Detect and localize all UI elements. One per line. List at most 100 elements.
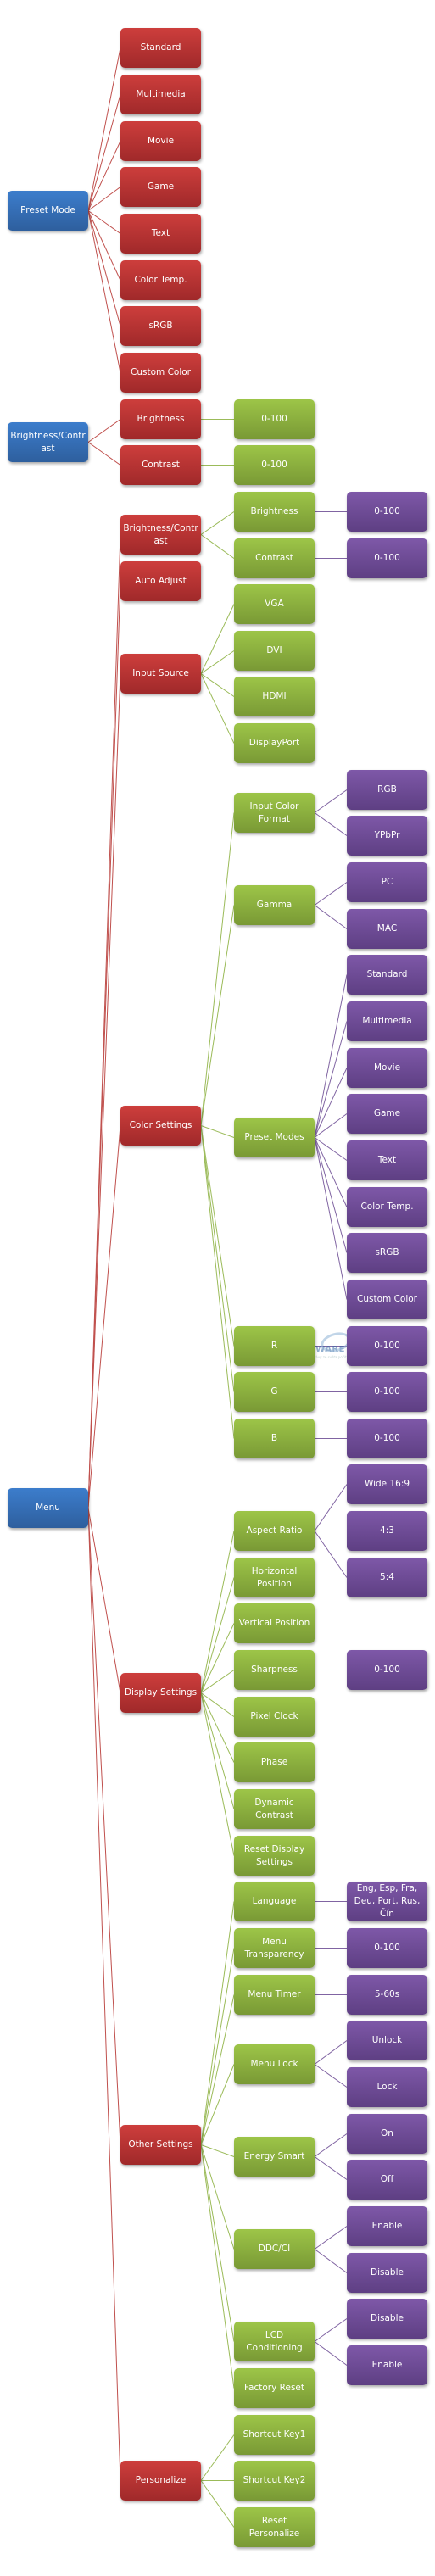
node-dvi[interactable]: DVI (234, 631, 315, 671)
node-srgb[interactable]: sRGB (347, 1233, 427, 1273)
node-contrast[interactable]: Contrast (234, 538, 315, 578)
node-displayport[interactable]: DisplayPort (234, 723, 315, 763)
node-auto-adjust[interactable]: Auto Adjust (120, 561, 201, 601)
node-r[interactable]: R (234, 1326, 315, 1366)
node-label: Input Color Format (249, 800, 299, 824)
node-game[interactable]: Game (120, 167, 201, 207)
node-5-60s[interactable]: 5-60s (347, 1975, 427, 2015)
connector-line (87, 1508, 121, 2481)
node-label: HDMI (262, 691, 287, 701)
node-4-3[interactable]: 4:3 (347, 1511, 427, 1551)
node-label: 0-100 (261, 460, 287, 470)
node-label: Brightness (250, 506, 298, 516)
node-label: Multimedia (136, 89, 186, 99)
node-vertical-position[interactable]: Vertical Position (234, 1603, 315, 1643)
node-0-100[interactable]: 0-100 (347, 538, 427, 578)
node-factory-reset[interactable]: Factory Reset (234, 2368, 315, 2408)
node-0-100[interactable]: 0-100 (347, 1326, 427, 1366)
node-unlock[interactable]: Unlock (347, 2021, 427, 2060)
node-pc[interactable]: PC (347, 862, 427, 902)
node-standard[interactable]: Standard (347, 955, 427, 995)
node-menu-timer[interactable]: Menu Timer (234, 1975, 315, 2015)
node-label: 0-100 (374, 506, 400, 516)
node-label: Enable (371, 2221, 403, 2231)
node-preset-mode[interactable]: Preset Mode (8, 191, 88, 231)
node-text[interactable]: Text (347, 1140, 427, 1180)
node-game[interactable]: Game (347, 1094, 427, 1134)
node-brightness-contrast[interactable]: Brightness/Contrast (120, 515, 201, 555)
node-eng-esp-fra-deu-port-rus-n[interactable]: Eng, Esp, Fra, Deu, Port, Rus, Čín (347, 1882, 427, 1921)
node-shortcut-key2[interactable]: Shortcut Key2 (234, 2461, 315, 2501)
node-enable[interactable]: Enable (347, 2345, 427, 2385)
node-mac[interactable]: MAC (347, 909, 427, 949)
node-dynamic-contrast[interactable]: Dynamic Contrast (234, 1789, 315, 1829)
node-brightness-contrast[interactable]: Brightness/Contrast (8, 422, 88, 462)
node-custom-color[interactable]: Custom Color (347, 1280, 427, 1319)
connector-line (200, 604, 235, 674)
node-g[interactable]: G (234, 1372, 315, 1412)
connector-line (200, 2144, 235, 2157)
node-disable[interactable]: Disable (347, 2299, 427, 2339)
node-multimedia[interactable]: Multimedia (120, 75, 201, 114)
node-input-source[interactable]: Input Source (120, 654, 201, 694)
node-color-temp[interactable]: Color Temp. (120, 260, 201, 300)
node-language[interactable]: Language (234, 1882, 315, 1921)
node-menu[interactable]: Menu (8, 1488, 88, 1528)
node-wide-16-9[interactable]: Wide 16:9 (347, 1464, 427, 1504)
node-b[interactable]: B (234, 1419, 315, 1458)
node-0-100[interactable]: 0-100 (347, 492, 427, 532)
node-0-100[interactable]: 0-100 (347, 1650, 427, 1690)
node-horizontal-position[interactable]: Horizontal Position (234, 1558, 315, 1597)
node-hdmi[interactable]: HDMI (234, 677, 315, 716)
node-lcd-conditioning[interactable]: LCD Conditioning (234, 2322, 315, 2361)
node-label: 0-100 (374, 1943, 400, 1953)
node-menu-lock[interactable]: Menu Lock (234, 2044, 315, 2084)
node-brightness[interactable]: Brightness (234, 492, 315, 532)
node-5-4[interactable]: 5:4 (347, 1558, 427, 1597)
node-ddc-ci[interactable]: DDC/CI (234, 2229, 315, 2269)
node-shortcut-key1[interactable]: Shortcut Key1 (234, 2415, 315, 2455)
node-input-color-format[interactable]: Input Color Format (234, 793, 315, 833)
node-ypbpr[interactable]: YPbPr (347, 816, 427, 856)
node-gamma[interactable]: Gamma (234, 885, 315, 925)
node-other-settings[interactable]: Other Settings (120, 2125, 201, 2165)
connector-line (200, 2434, 235, 2481)
node-label: Enable (371, 2360, 403, 2370)
node-vga[interactable]: VGA (234, 584, 315, 624)
node-reset-display-settings[interactable]: Reset Display Settings (234, 1836, 315, 1876)
node-menu-transparency[interactable]: Menu Transparency (234, 1928, 315, 1968)
node-aspect-ratio[interactable]: Aspect Ratio (234, 1511, 315, 1551)
node-custom-color[interactable]: Custom Color (120, 353, 201, 393)
node-rgb[interactable]: RGB (347, 770, 427, 810)
node-0-100[interactable]: 0-100 (347, 1419, 427, 1458)
node-lock[interactable]: Lock (347, 2067, 427, 2107)
node-display-settings[interactable]: Display Settings (120, 1673, 201, 1713)
node-enable[interactable]: Enable (347, 2206, 427, 2246)
node-movie[interactable]: Movie (120, 121, 201, 161)
node-standard[interactable]: Standard (120, 28, 201, 68)
node-color-temp[interactable]: Color Temp. (347, 1187, 427, 1227)
node-sharpness[interactable]: Sharpness (234, 1650, 315, 1690)
node-personalize[interactable]: Personalize (120, 2461, 201, 2501)
node-off[interactable]: Off (347, 2160, 427, 2200)
node-reset-personalize[interactable]: Reset Personalize (234, 2507, 315, 2547)
node-energy-smart[interactable]: Energy Smart (234, 2137, 315, 2177)
node-multimedia[interactable]: Multimedia (347, 1001, 427, 1041)
node-srgb[interactable]: sRGB (120, 306, 201, 346)
node-0-100[interactable]: 0-100 (347, 1372, 427, 1412)
node-text[interactable]: Text (120, 214, 201, 254)
node-phase[interactable]: Phase (234, 1742, 315, 1782)
node-label: Personalize (135, 2475, 187, 2485)
connector-line (200, 1577, 235, 1693)
node-on[interactable]: On (347, 2114, 427, 2154)
node-movie[interactable]: Movie (347, 1048, 427, 1088)
node-brightness[interactable]: Brightness (120, 399, 201, 439)
node-0-100[interactable]: 0-100 (234, 445, 315, 485)
node-contrast[interactable]: Contrast (120, 445, 201, 485)
node-disable[interactable]: Disable (347, 2253, 427, 2293)
node-0-100[interactable]: 0-100 (234, 399, 315, 439)
node-pixel-clock[interactable]: Pixel Clock (234, 1697, 315, 1737)
node-0-100[interactable]: 0-100 (347, 1928, 427, 1968)
node-color-settings[interactable]: Color Settings (120, 1106, 201, 1146)
node-preset-modes[interactable]: Preset Modes (234, 1118, 315, 1157)
